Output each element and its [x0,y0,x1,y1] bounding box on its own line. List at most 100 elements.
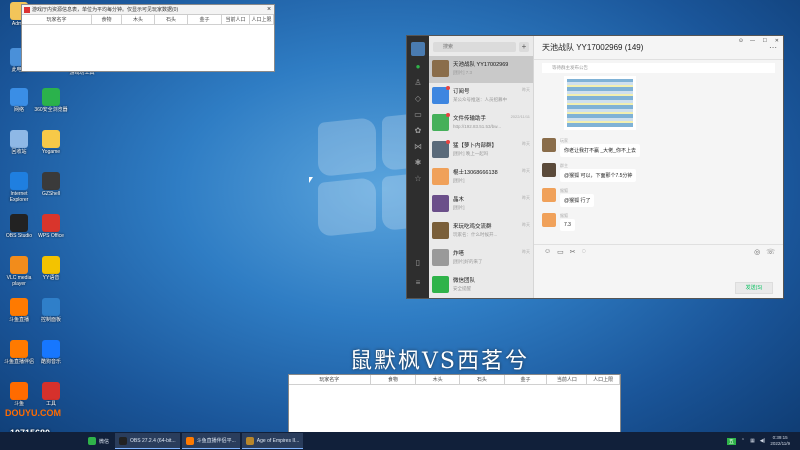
favorites-icon[interactable]: ◇ [413,94,423,104]
conversation-item[interactable]: 文件传输助手 http://192.83.51.53/bw... 2022/11/1… [429,110,533,137]
column-header[interactable]: 木头 [416,375,460,384]
avatar[interactable] [542,213,556,227]
search-feature-icon[interactable]: ✱ [413,158,423,168]
desktop-icon-yy[interactable]: YY语音 [34,256,68,281]
maximize-button[interactable]: ☐ [763,38,767,44]
screenshot-icon[interactable]: ✂ [570,248,576,256]
close-button[interactable]: × [264,6,274,13]
conversation-item[interactable]: 微信团队 安全提醒 [429,272,533,299]
pin-icon[interactable]: ⊙ [739,38,743,44]
video-call-icon[interactable]: ☏ [766,248,775,256]
desktop-icon-ie[interactable]: Internet Explorer [2,172,36,203]
conversation-item[interactable]: 猛【萝卜内部群】 [图片] 晚上一起吗 昨天 [429,137,533,164]
desktop-icon-kugou[interactable]: 酷狗音乐 [34,340,68,365]
window-titlebar[interactable]: 游戏厅内资源信息表，单位为平均每分钟。仅显示可见玩家数据(0) × [22,5,274,15]
resource-info-window-large[interactable]: 玩家名字 食物 木头 石头 金子 当前人口 人口上限 [288,374,621,436]
desktop-icon-control-panel[interactable]: 控制面板 [34,298,68,323]
clock[interactable]: 0:39:15 2022/11/9 [770,435,790,447]
column-header[interactable]: 食物 [371,375,417,384]
wechat-window[interactable]: ● ♙ ◇ ▭ ✿ ⋈ ✱ ☆ ▯ ≡ + 天池战队 YY17002969 [图片… [406,35,784,299]
group-notice[interactable]: 等待群主发布公告 [542,63,775,73]
column-header[interactable]: 食物 [92,15,122,24]
vlc-icon [10,256,28,274]
conversation-time: 昨天 [522,168,530,173]
close-button[interactable]: ✕ [775,38,779,44]
column-header[interactable]: 玩家名字 [289,375,371,384]
avatar[interactable] [542,138,556,152]
taskbar-app-obs[interactable]: OBS 27.2.4 (64-bit... [115,433,180,449]
volume-icon[interactable]: ◀) [760,438,766,444]
desktop-icon-gzshell[interactable]: GZShell [34,172,68,197]
conversation-item[interactable]: 天池战队 YY17002969 [图片] 7.3 [429,56,533,83]
desktop-icon-recycle-bin[interactable]: 回收站 [2,130,36,155]
contacts-icon[interactable]: ♙ [413,78,423,88]
message-input-area[interactable]: 发送(S) [534,258,783,298]
taskbar-app-wechat[interactable]: 微信 [84,433,113,449]
wechat-icon [88,437,96,445]
desktop-icon-360-browser[interactable]: 360安全浏览器 [34,88,68,113]
avatar[interactable] [542,188,556,202]
column-header[interactable]: 金子 [505,375,548,384]
column-header[interactable]: 人口上限 [587,375,620,384]
more-icon[interactable]: ⋯ [769,43,777,52]
desktop-icon-vlc[interactable]: VLC media player [2,256,36,287]
column-header[interactable]: 当前人口 [222,15,250,24]
conversation-item[interactable]: 炸嗒 [图片]好的来了 昨天 [429,245,533,272]
avatar [432,222,449,239]
voice-call-icon[interactable]: ◎ [754,248,760,256]
desktop-icon-obs[interactable]: OBS Studio [2,214,36,239]
desktop-icon-douyu-live[interactable]: 斗鱼直播 [2,298,36,323]
desktop-icon-douyu-companion[interactable]: 斗鱼直播伴侣 [2,340,36,365]
desktop-icon-wps[interactable]: WPS Office [34,214,68,239]
tray-arrow-icon[interactable]: ⌃ [741,438,745,444]
avatar[interactable] [542,163,556,177]
desktop-icon-tools[interactable]: 工具 [34,382,68,407]
column-header[interactable]: 当前人口 [547,375,588,384]
column-header[interactable]: 石头 [155,15,188,24]
search-input[interactable] [433,42,516,52]
column-header[interactable]: 玩家名字 [22,15,92,24]
message-bubble[interactable]: 7.3 [560,219,575,231]
chat-bubble-icon[interactable]: ◌ [582,248,586,255]
conversation-item[interactable]: 棍士13068666138 [图片] 昨天 [429,164,533,191]
moments-icon[interactable]: ✿ [413,126,423,136]
column-header[interactable]: 木头 [122,15,155,24]
emoji-icon[interactable]: ☺ [544,248,551,255]
desktop-icon-douyu[interactable]: 斗鱼 [2,382,36,407]
add-button[interactable]: + [519,42,529,52]
message-bubble[interactable]: @猴狐 行了 [560,194,595,207]
desktop-icon-label: GZShell [41,191,61,197]
start-button[interactable] [0,432,24,450]
column-header[interactable]: 金子 [188,15,222,24]
conversation-item[interactable]: 订阅号 某公众号推送：人员招募中 昨天 [429,83,533,110]
column-header[interactable]: 石头 [460,375,505,384]
message-bubble[interactable]: 你老让我打不赢 _大佬_你不上去 [560,144,640,157]
file-icon[interactable]: ▭ [557,248,564,256]
desktop-icon-yogame[interactable]: Yogame [34,130,68,155]
recycle-bin-icon [10,130,28,148]
miniprogram-icon[interactable]: ☆ [413,174,423,184]
ime-indicator[interactable]: 五 [726,437,736,445]
avatar[interactable] [411,42,425,56]
resource-info-window-small[interactable]: 游戏厅内资源信息表，单位为平均每分钟。仅显示可见玩家数据(0) × 玩家名字 食物… [21,4,275,72]
desktop-icon-network[interactable]: 网络 [2,88,36,113]
folder-icon[interactable]: ▭ [413,110,423,120]
message-bubble[interactable]: @猴狐 可以，下面那个7.5分钟 [560,169,637,182]
minimize-button[interactable]: — [750,38,755,44]
shared-image[interactable] [564,76,636,130]
chat-icon[interactable]: ● [413,62,423,72]
douyu-live-icon [10,298,28,316]
channels-icon[interactable]: ⋈ [413,142,423,152]
send-button[interactable]: 发送(S) [735,282,773,294]
conversation-item[interactable]: 来玩吃鸡交流群 玩家名：什么时候开... 昨天 [429,218,533,245]
chat-title: 天池战队 YY17002969 (149) [542,43,644,52]
sender-name: 猴狐 [560,213,568,218]
unread-badge [446,113,450,117]
taskbar-app-aoe[interactable]: Age of Empires II... [241,433,304,449]
conversation-item[interactable]: 晶木 [图片] 昨天 [429,191,533,218]
menu-icon[interactable]: ≡ [413,278,423,288]
column-header[interactable]: 人口上限 [250,15,274,24]
network-icon[interactable]: ▦ [750,438,755,444]
phone-icon[interactable]: ▯ [413,258,423,268]
taskbar-app-douyu[interactable]: 斗鱼直播伴侣平... [181,433,240,449]
